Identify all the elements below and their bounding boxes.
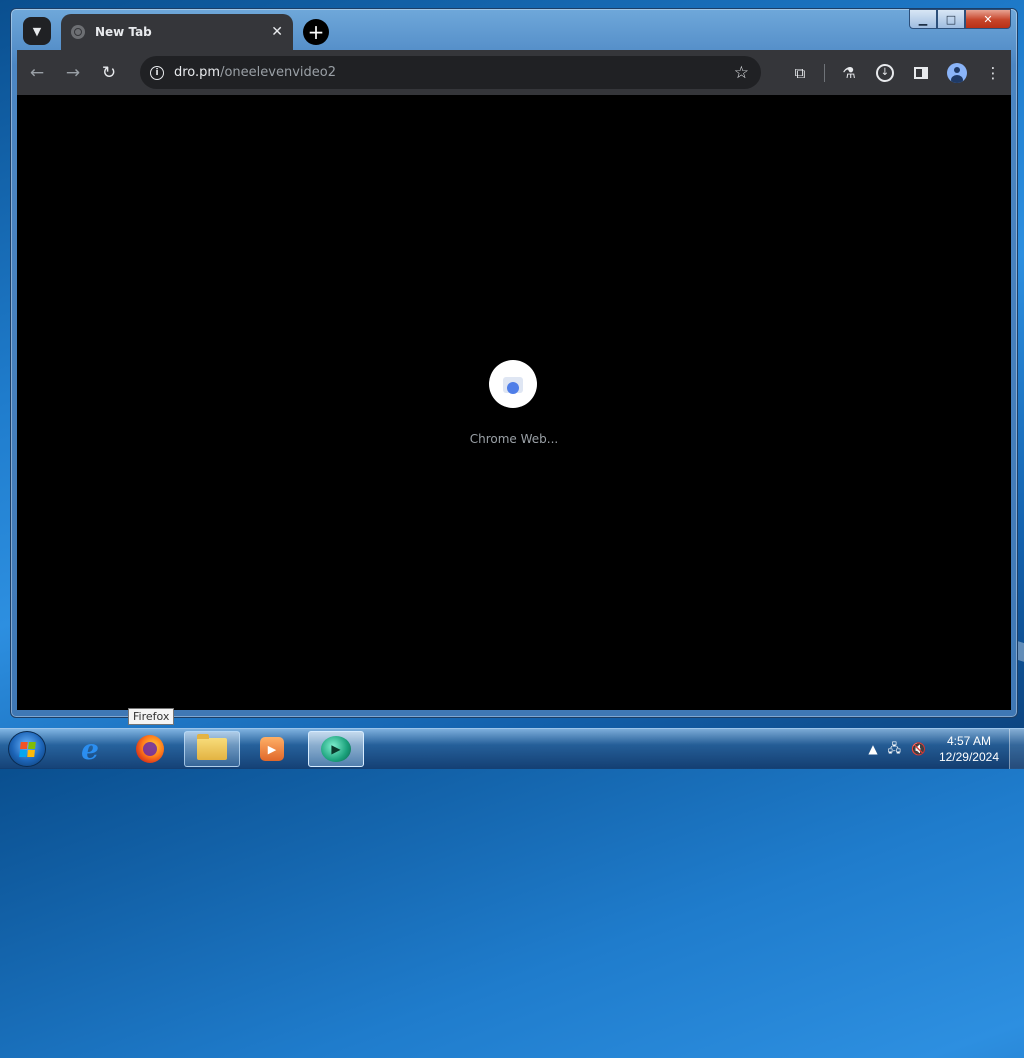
tab-close-icon[interactable]: ✕ bbox=[271, 24, 283, 40]
taskbar-tooltip: Firefox bbox=[128, 708, 175, 725]
page-content: Chrome Web... bbox=[17, 95, 1011, 710]
taskbar-media-player[interactable]: ▶ bbox=[244, 731, 300, 767]
address-bar[interactable]: i dro.pm /oneelevenvideo2 ☆ bbox=[140, 56, 761, 89]
side-panel-button[interactable] bbox=[905, 57, 937, 89]
url-host: dro.pm bbox=[174, 65, 221, 80]
folder-icon bbox=[197, 734, 227, 760]
show-hidden-icons-button[interactable]: ▲ bbox=[868, 742, 877, 756]
reload-button[interactable]: ↻ bbox=[93, 57, 125, 89]
taskbar-active-app[interactable]: ▶ bbox=[308, 731, 364, 767]
profile-button[interactable] bbox=[941, 57, 973, 89]
new-tab-button[interactable]: + bbox=[303, 19, 329, 45]
chevron-down-icon: ▼ bbox=[32, 24, 42, 38]
internet-explorer-icon: e bbox=[81, 732, 99, 766]
download-icon: ↓ bbox=[876, 63, 894, 82]
app-globe-icon: ▶ bbox=[321, 736, 351, 762]
toolbar-separator bbox=[824, 63, 825, 82]
back-button[interactable]: ← bbox=[21, 57, 53, 89]
loading-favicon-circle bbox=[489, 360, 537, 408]
taskbar-internet-explorer[interactable]: e bbox=[62, 731, 118, 767]
clock-date: 12/29/2024 bbox=[938, 750, 999, 764]
network-icon[interactable]: 🖧 bbox=[888, 739, 901, 760]
taskbar: e ▶ ▶ ▲ 🖧 🔇 4:57 AM 12/29/2024 bbox=[0, 728, 1024, 769]
tab-search-button[interactable]: ▼ bbox=[23, 17, 51, 45]
labs-flask-icon[interactable]: ⚗ bbox=[833, 57, 865, 89]
side-panel-icon bbox=[914, 66, 928, 79]
taskbar-firefox[interactable] bbox=[122, 731, 178, 767]
chrome-window: ▁ □ ✕ ▼ New Tab ✕ + ← → ↻ i dro.pm /onee… bbox=[10, 8, 1018, 718]
system-tray: ▲ 🖧 🔇 4:57 AM 12/29/2024 bbox=[863, 729, 1024, 769]
firefox-icon bbox=[136, 735, 164, 763]
tab-new-tab[interactable]: New Tab ✕ bbox=[61, 14, 293, 50]
globe-icon bbox=[71, 25, 85, 39]
bookmark-star-icon[interactable]: ☆ bbox=[734, 63, 749, 83]
start-button[interactable] bbox=[8, 731, 46, 767]
clock[interactable]: 4:57 AM 12/29/2024 bbox=[939, 733, 999, 765]
extensions-icon[interactable]: ⧉ bbox=[784, 57, 816, 89]
menu-kebab-icon[interactable]: ⋮ bbox=[977, 57, 1009, 89]
taskbar-file-explorer[interactable] bbox=[184, 731, 240, 767]
volume-muted-icon[interactable]: 🔇 bbox=[911, 742, 926, 756]
browser-toolbar: ← → ↻ i dro.pm /oneelevenvideo2 ☆ ⧉ ⚗ ↓ … bbox=[17, 50, 1011, 95]
site-info-icon[interactable]: i bbox=[150, 65, 164, 80]
show-desktop-button[interactable] bbox=[1009, 729, 1024, 769]
chrome-web-store-icon bbox=[503, 377, 523, 394]
url-path: /oneelevenvideo2 bbox=[220, 65, 336, 80]
profile-avatar-icon bbox=[947, 62, 967, 83]
media-player-icon: ▶ bbox=[260, 737, 284, 761]
download-button[interactable]: ↓ bbox=[869, 57, 901, 89]
loading-label: Chrome Web... bbox=[469, 432, 559, 446]
tab-strip: ▼ New Tab ✕ + bbox=[17, 14, 1011, 50]
toolbar-actions: ⧉ ⚗ ↓ ⋮ bbox=[782, 50, 1011, 95]
forward-button[interactable]: → bbox=[57, 57, 89, 89]
clock-time: 4:57 AM bbox=[946, 734, 991, 748]
windows-logo-icon bbox=[18, 741, 36, 757]
tab-title: New Tab bbox=[95, 25, 152, 39]
